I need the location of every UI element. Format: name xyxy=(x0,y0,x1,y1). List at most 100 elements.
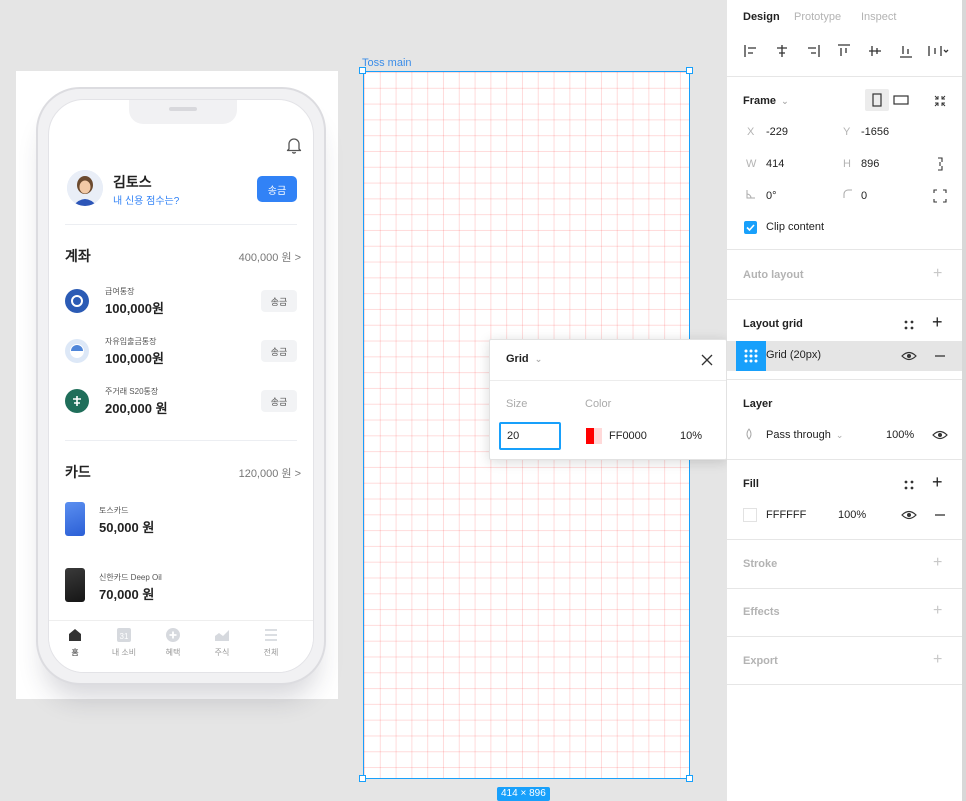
bell-icon xyxy=(286,138,302,154)
frame-preset-dropdown[interactable]: Frame ⌄ xyxy=(743,95,789,107)
rotation-input[interactable]: 0° xyxy=(766,190,777,202)
blend-mode-icon xyxy=(746,428,752,440)
grid-type-dropdown[interactable]: Grid ⌄ xyxy=(506,353,542,365)
accounts-total[interactable]: 400,000 원 > xyxy=(239,249,301,265)
window-edge xyxy=(962,0,966,801)
align-top-icon[interactable] xyxy=(836,43,852,59)
align-bottom-icon[interactable] xyxy=(898,43,914,59)
landscape-icon[interactable] xyxy=(893,93,909,107)
corner-radius-input[interactable]: 0 xyxy=(861,190,867,202)
resize-to-fit-icon[interactable] xyxy=(932,93,948,109)
divider xyxy=(65,440,297,441)
h-input[interactable]: 896 xyxy=(861,158,879,170)
fill-hex-input[interactable]: FFFFFF xyxy=(766,509,806,521)
remove-fill-icon[interactable] xyxy=(932,507,948,523)
tab-design[interactable]: Design xyxy=(743,11,780,23)
send-money-button[interactable]: 송금 xyxy=(257,176,297,202)
fill-title: Fill xyxy=(743,478,759,490)
x-input[interactable]: -229 xyxy=(766,126,788,138)
grid-color-swatch[interactable] xyxy=(586,428,602,444)
tab-benefits[interactable]: 혜택 xyxy=(153,627,193,658)
effects-title: Effects xyxy=(743,606,780,618)
properties-panel: Design Prototype Inspect Frame ⌄ X -229 … xyxy=(727,0,962,801)
grid-size-input[interactable] xyxy=(499,422,561,450)
blend-mode-dropdown[interactable]: Pass through ⌄ xyxy=(766,429,843,441)
add-export-button[interactable]: + xyxy=(933,651,942,669)
bottom-tab-bar: 홈 31 내 소비 혜택 주식 전체 xyxy=(49,620,313,672)
account-name: 자유입출금통장 xyxy=(105,337,157,346)
add-effect-button[interactable]: + xyxy=(933,602,942,620)
tab-all[interactable]: 전체 xyxy=(251,627,291,658)
accounts-title: 계좌 xyxy=(65,248,91,264)
portrait-orientation-button[interactable] xyxy=(865,89,889,111)
layout-grid-row[interactable]: Grid (20px) xyxy=(727,341,962,371)
fill-color-swatch[interactable] xyxy=(743,508,757,522)
corner-radius-icon xyxy=(843,189,852,198)
y-input[interactable]: -1656 xyxy=(861,126,889,138)
eye-icon[interactable] xyxy=(932,427,948,443)
tab-spending[interactable]: 31 내 소비 xyxy=(104,627,144,658)
distribute-spacing-icon[interactable] xyxy=(927,43,951,59)
eye-icon[interactable] xyxy=(901,348,917,364)
x-label: X xyxy=(747,126,755,138)
grid-styles-icon[interactable] xyxy=(901,317,917,333)
phone-device: 김토스 내 신용 점수는? 송금 계좌 400,000 원 > 급여통장 100… xyxy=(36,87,326,685)
layout-grid-title: Layout grid xyxy=(743,318,803,330)
menu-icon xyxy=(265,629,277,641)
account-send-button[interactable]: 송금 xyxy=(261,290,297,312)
cards-total[interactable]: 120,000 원 > xyxy=(239,465,301,481)
add-layout-grid-button[interactable]: + xyxy=(932,312,943,333)
clip-content-checkbox[interactable] xyxy=(744,221,757,234)
align-right-icon[interactable] xyxy=(805,43,821,59)
tab-prototype[interactable]: Prototype xyxy=(794,11,841,23)
account-amount: 100,000원 xyxy=(105,301,164,316)
tab-stocks[interactable]: 주식 xyxy=(202,627,242,658)
resize-handle[interactable] xyxy=(686,67,693,74)
frame-size-badge: 414 × 896 xyxy=(497,787,550,801)
w-label: W xyxy=(746,158,757,170)
align-vertical-center-icon[interactable] xyxy=(867,43,883,59)
add-fill-button[interactable]: + xyxy=(932,472,943,493)
grid-color-hex[interactable]: FF0000 xyxy=(609,430,647,442)
credit-card-image xyxy=(65,568,85,602)
independent-corners-icon[interactable] xyxy=(932,188,948,204)
align-left-icon[interactable] xyxy=(743,43,759,59)
align-horizontal-center-icon[interactable] xyxy=(774,43,790,59)
account-send-button[interactable]: 송금 xyxy=(261,340,297,362)
add-auto-layout-button[interactable]: + xyxy=(933,265,942,283)
frame-name-label[interactable]: Toss main xyxy=(362,57,412,69)
bank-logo-icon xyxy=(65,339,89,363)
add-stroke-button[interactable]: + xyxy=(933,554,942,572)
tab-home[interactable]: 홈 xyxy=(55,627,95,658)
bank-logo-icon xyxy=(65,289,89,313)
plus-circle-icon xyxy=(166,628,180,642)
portrait-icon xyxy=(872,93,882,107)
layer-opacity-input[interactable]: 100% xyxy=(886,429,914,441)
home-icon xyxy=(69,629,81,641)
layout-grid-label: Grid (20px) xyxy=(766,349,822,361)
phone-screen: 김토스 내 신용 점수는? 송금 계좌 400,000 원 > 급여통장 100… xyxy=(48,99,314,673)
resize-handle[interactable] xyxy=(359,67,366,74)
grid-color-opacity[interactable]: 10% xyxy=(680,430,702,442)
w-input[interactable]: 414 xyxy=(766,158,784,170)
resize-handle[interactable] xyxy=(686,775,693,782)
auto-layout-title: Auto layout xyxy=(743,269,804,281)
eye-icon[interactable] xyxy=(901,507,917,523)
fill-styles-icon[interactable] xyxy=(901,477,917,493)
credit-score-link[interactable]: 내 신용 점수는? xyxy=(113,192,179,207)
close-icon[interactable] xyxy=(700,353,714,367)
fill-opacity-input[interactable]: 100% xyxy=(838,509,866,521)
grid-settings-button[interactable] xyxy=(736,341,766,371)
resize-handle[interactable] xyxy=(359,775,366,782)
check-icon xyxy=(746,224,755,232)
constrain-proportions-icon[interactable] xyxy=(932,156,948,172)
cards-title: 카드 xyxy=(65,464,91,480)
tab-inspect[interactable]: Inspect xyxy=(861,11,896,23)
size-label: Size xyxy=(506,398,528,410)
account-send-button[interactable]: 송금 xyxy=(261,390,297,412)
chevron-down-icon: ⌄ xyxy=(835,430,844,440)
divider xyxy=(65,224,297,225)
remove-grid-icon[interactable] xyxy=(932,348,948,364)
export-title: Export xyxy=(743,655,778,667)
y-label: Y xyxy=(843,126,851,138)
